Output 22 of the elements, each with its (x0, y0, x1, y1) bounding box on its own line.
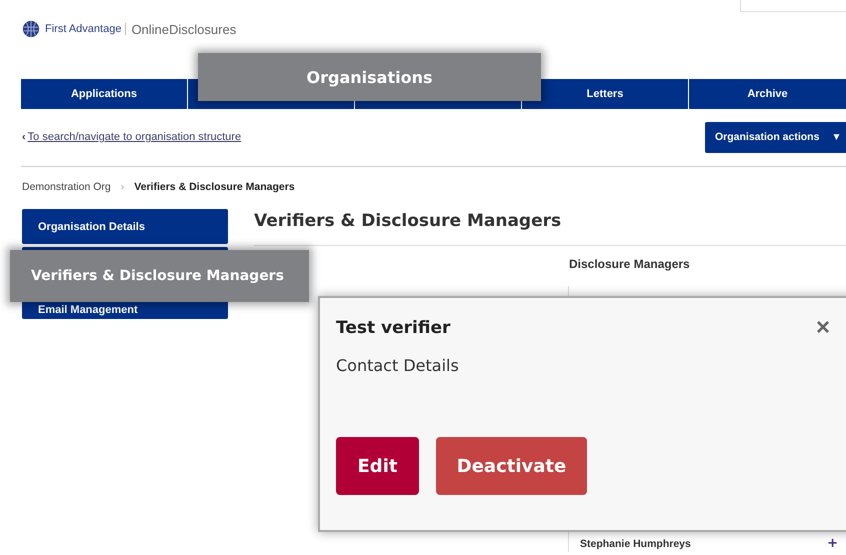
breadcrumb-current: Verifiers & Disclosure Managers (134, 181, 295, 193)
nav-tab[interactable]: Letters (522, 79, 689, 109)
expand-icon[interactable]: + (827, 538, 838, 550)
section-label: Contact Details (336, 356, 460, 375)
nav-tab[interactable]: Archive (689, 79, 846, 109)
breadcrumb-separator: › (120, 181, 124, 193)
globe-logo-icon (22, 20, 40, 38)
logo-brand: First Advantage (45, 23, 126, 35)
page-heading: Verifiers & Disclosure Managers (254, 211, 562, 231)
organisation-actions-button[interactable]: Organisation actions ▼ (705, 122, 846, 152)
edit-button[interactable]: Edit (336, 437, 419, 495)
breadcrumb-link[interactable]: Demonstration Org (22, 181, 111, 193)
sidebar-item[interactable]: Organisation Details (22, 209, 228, 244)
nav-tab[interactable]: Applications (21, 79, 188, 109)
highlight-tooltip: Organisations (198, 53, 541, 101)
modal-title: Test verifier (336, 318, 450, 338)
back-link[interactable]: ‹ To search/navigate to organisation structure (22, 131, 242, 143)
column-title: Disclosure Managers (569, 257, 690, 271)
logo-product: OnlineDisclosures (131, 22, 236, 36)
highlight-tooltip: Verifiers & Disclosure Managers (10, 250, 309, 302)
deactivate-button[interactable]: Deactivate (436, 437, 587, 495)
manager-name[interactable]: Stephanie Humphreys (580, 538, 691, 550)
